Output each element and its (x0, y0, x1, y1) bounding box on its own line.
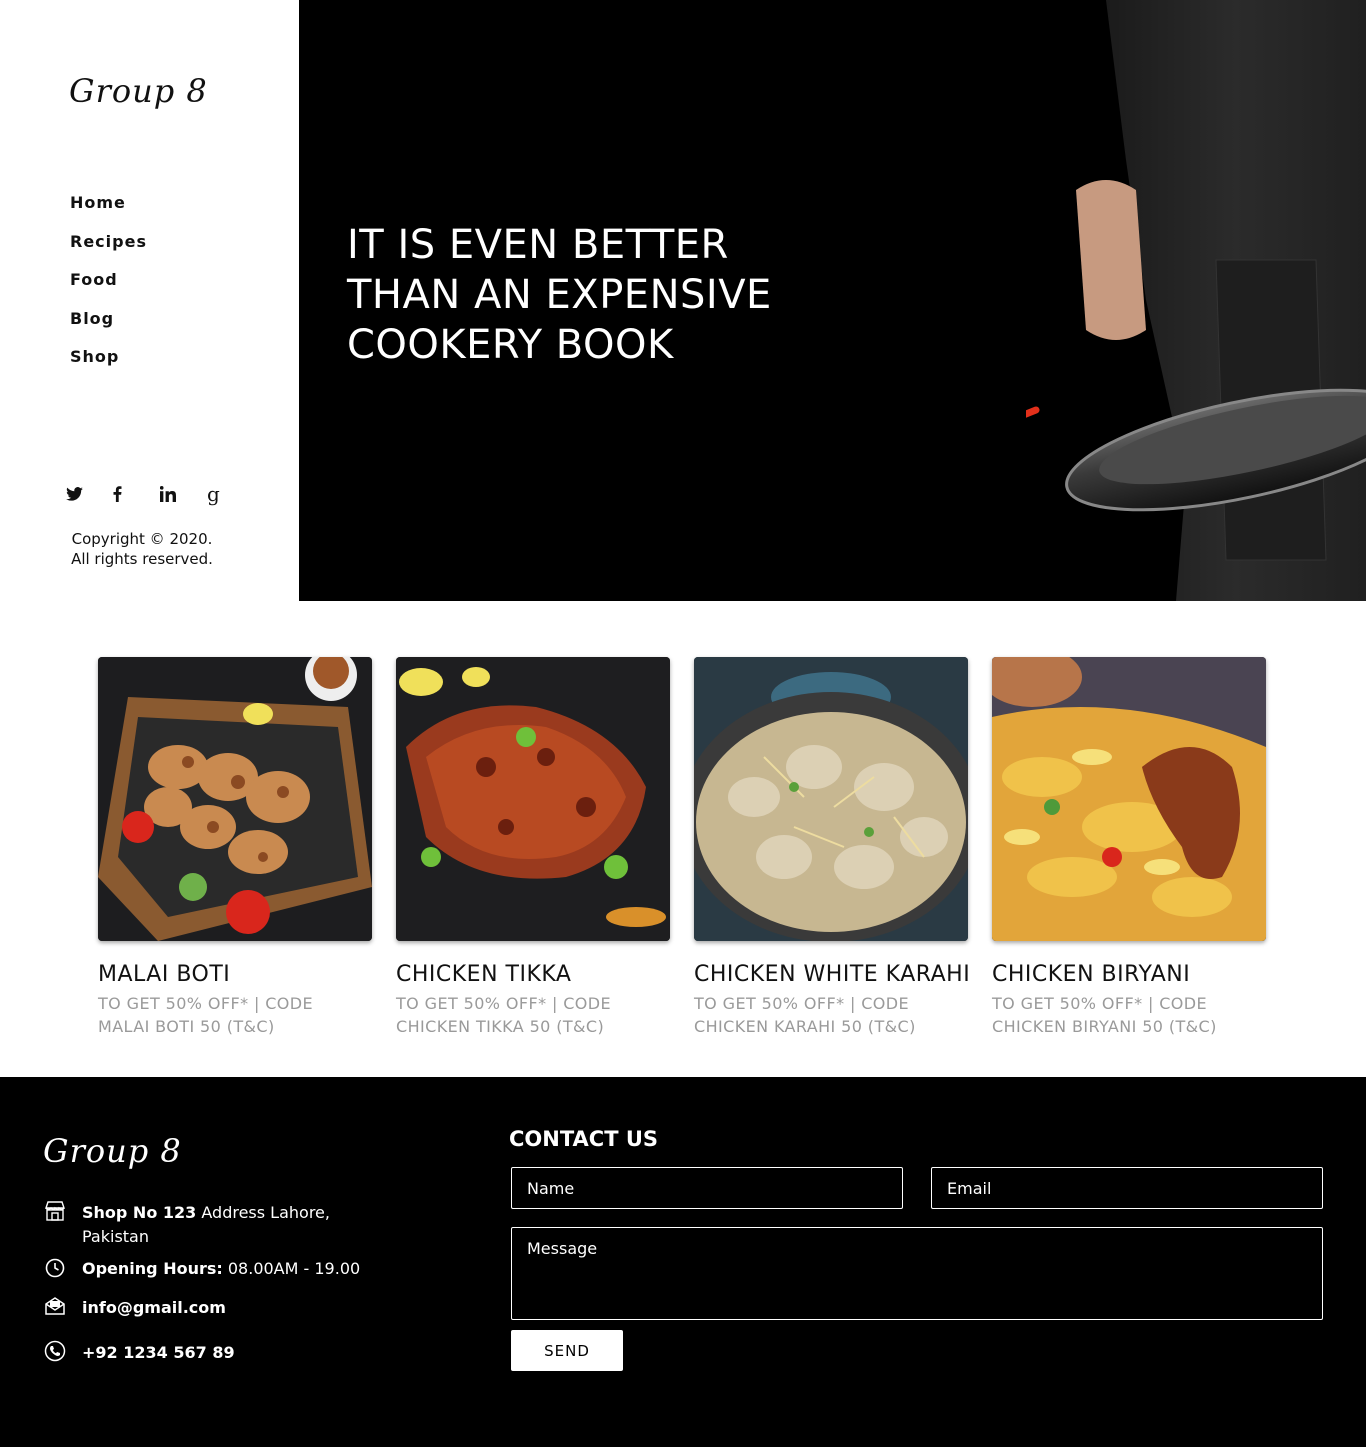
hero-banner: IT IS EVEN BETTER THAN AN EXPENSIVE COOK… (299, 0, 1366, 601)
food-card-chicken-white-karahi[interactable]: CHICKEN WHITE KARAHI TO GET 50% OFF* | C… (694, 657, 970, 1038)
chicken-white-karahi-image[interactable] (694, 657, 968, 941)
food-card-malai-boti[interactable]: MALAI BOTI TO GET 50% OFF* | CODE MALAI … (98, 657, 372, 1038)
footer-phone: +92 1234 567 89 (44, 1340, 362, 1365)
food-card-promo: TO GET 50% OFF* | CODE CHICKEN KARAHI 50… (694, 994, 916, 1036)
food-cards: MALAI BOTI TO GET 50% OFF* | CODE MALAI … (98, 657, 1266, 1037)
google-icon[interactable]: g (205, 482, 252, 506)
message-field[interactable] (511, 1227, 1323, 1320)
linkedin-icon[interactable] (158, 484, 205, 504)
shop-icon (45, 1201, 65, 1221)
footer-opening-hours: Opening Hours: 08.00AM - 19.00 (44, 1257, 402, 1281)
nav-item-recipes[interactable]: Recipes (70, 232, 147, 271)
copyright-text: Copyright © 2020. All rights reserved. (71, 530, 213, 568)
site-logo[interactable]: Group 8 (69, 72, 208, 110)
food-card-title[interactable]: CHICKEN TIKKA (396, 962, 670, 987)
twitter-icon[interactable] (64, 484, 111, 504)
facebook-icon[interactable] (111, 484, 158, 504)
food-card-title[interactable]: CHICKEN WHITE KARAHI (694, 962, 970, 987)
food-card-chicken-tikka[interactable]: CHICKEN TIKKA TO GET 50% OFF* | CODE CHI… (396, 657, 670, 1038)
name-field[interactable] (511, 1167, 903, 1209)
food-card-chicken-biryani[interactable]: CHICKEN BIRYANI TO GET 50% OFF* | CODE C… (992, 657, 1266, 1038)
food-card-title[interactable]: MALAI BOTI (98, 962, 372, 987)
main-nav: Home Recipes Food Blog Shop (70, 193, 147, 386)
footer-logo[interactable]: Group 8 (43, 1132, 182, 1170)
chicken-tikka-image[interactable] (396, 657, 670, 941)
footer-email: info@gmail.com (44, 1296, 362, 1320)
social-links: g (64, 482, 252, 506)
sidebar: Group 8 Home Recipes Food Blog Shop g Co… (0, 0, 299, 601)
mail-icon (45, 1297, 65, 1315)
hero-headline: IT IS EVEN BETTER THAN AN EXPENSIVE COOK… (347, 222, 772, 368)
chef-tossing-vegetables-image (1026, 0, 1366, 601)
food-card-promo: TO GET 50% OFF* | CODE CHICKEN TIKKA 50 … (396, 994, 612, 1036)
footer-address: Shop No 123 Address Lahore, Pakistan (44, 1201, 362, 1249)
nav-item-home[interactable]: Home (70, 193, 147, 232)
nav-item-shop[interactable]: Shop (70, 347, 147, 386)
footer: Group 8 Shop No 123 Address Lahore, Paki… (0, 1077, 1366, 1447)
nav-item-food[interactable]: Food (70, 270, 147, 309)
phone-icon (44, 1340, 66, 1362)
food-card-promo: TO GET 50% OFF* | CODE CHICKEN BIRYANI 5… (992, 994, 1217, 1036)
chicken-biryani-image[interactable] (992, 657, 1266, 941)
contact-us-heading: CONTACT US (509, 1127, 659, 1151)
send-button[interactable]: SEND (511, 1330, 623, 1371)
food-card-title[interactable]: CHICKEN BIRYANI (992, 962, 1266, 987)
food-card-promo: TO GET 50% OFF* | CODE MALAI BOTI 50 (T&… (98, 994, 314, 1036)
email-field[interactable] (931, 1167, 1323, 1209)
malai-boti-image[interactable] (98, 657, 372, 941)
clock-icon (45, 1258, 65, 1278)
nav-item-blog[interactable]: Blog (70, 309, 147, 348)
